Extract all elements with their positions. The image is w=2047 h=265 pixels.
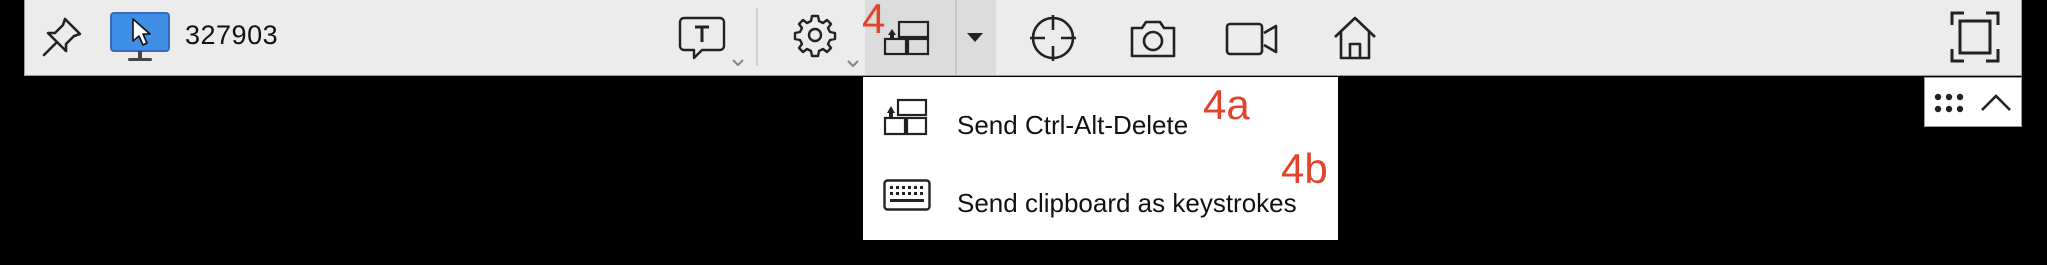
send-keys-dropdown[interactable] (960, 22, 990, 52)
toolbar-separator (756, 8, 758, 66)
video-icon (1225, 22, 1278, 56)
send-keys-separator (955, 0, 957, 75)
crosshair-icon (1030, 15, 1076, 61)
collapse-button[interactable] (1975, 84, 2017, 122)
annotation-clipboard: 4b (1281, 145, 1328, 192)
session-id: 327903 (185, 20, 279, 50)
chevron-up-icon (1981, 94, 2011, 111)
home-button[interactable] (1327, 10, 1383, 66)
chat-icon (678, 16, 744, 66)
camera-icon (1130, 20, 1176, 58)
gear-icon (793, 14, 859, 67)
record-button[interactable] (1223, 12, 1281, 66)
menu-item-label: Send clipboard as keystrokes (957, 188, 1297, 218)
settings-button[interactable] (785, 8, 865, 74)
pin-button[interactable] (37, 12, 87, 62)
send-keys-menu: Send Ctrl-Alt-Delete Send clipboard as k… (863, 77, 1338, 240)
grid-dots-button[interactable] (1929, 84, 1969, 122)
monitor-button[interactable] (108, 10, 172, 64)
home-icon (1334, 16, 1376, 60)
keyboard-icon (883, 179, 931, 211)
menu-item-send-clipboard[interactable]: Send clipboard as keystrokes (863, 161, 1338, 237)
annotation-ctrl-alt-delete: 4a (1203, 81, 1250, 128)
pin-icon (42, 17, 82, 57)
toolbar-expander (1924, 77, 2022, 127)
ctrl-alt-del-icon (883, 98, 928, 136)
send-keys-button[interactable] (877, 14, 937, 62)
chat-button[interactable] (676, 8, 746, 74)
annotation-keys: 4 (862, 0, 886, 42)
menu-item-send-ctrl-alt-delete[interactable]: Send Ctrl-Alt-Delete (863, 83, 1338, 159)
remote-toolbar: 327903 (24, 0, 2022, 76)
grid-dots-icon (1934, 93, 1964, 113)
fullscreen-button[interactable] (1947, 8, 2003, 66)
send-keys-icon (883, 20, 930, 56)
screenshot-button[interactable] (1125, 12, 1181, 66)
menu-item-label: Send Ctrl-Alt-Delete (957, 110, 1189, 140)
fullscreen-icon (1950, 11, 2000, 63)
caret-down-icon (967, 33, 983, 42)
crosshair-button[interactable] (1025, 10, 1081, 66)
monitor-icon (110, 12, 170, 61)
